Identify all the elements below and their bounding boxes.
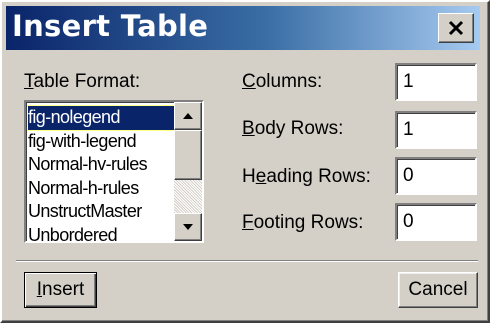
heading-rows-label: Heading Rows: — [242, 166, 371, 187]
table-format-list[interactable]: fig-nolegend fig-with-legend Normal-hv-r… — [24, 100, 204, 243]
title-bar[interactable]: Insert Table — [6, 6, 480, 50]
body-rows-label: Body Rows: — [242, 118, 344, 139]
scroll-thumb[interactable] — [174, 130, 202, 180]
scroll-down-button[interactable] — [174, 213, 202, 241]
arrow-up-icon — [183, 113, 193, 119]
scroll-up-button[interactable] — [174, 102, 202, 130]
list-item-fig-with-legend[interactable]: fig-with-legend — [28, 130, 176, 154]
close-icon — [448, 20, 464, 36]
columns-label: Columns: — [242, 71, 323, 92]
list-item-fig-nolegend[interactable]: fig-nolegend — [27, 105, 177, 131]
list-item-normal-hv-rules[interactable]: Normal-hv-rules — [28, 153, 176, 177]
cancel-button[interactable]: Cancel — [398, 272, 478, 308]
list-item-unbordered[interactable]: Unbordered — [28, 224, 176, 242]
separator — [16, 260, 478, 262]
insert-table-dialog: Insert Table Table Format: fig-nolegend … — [0, 0, 490, 323]
list-scrollbar[interactable] — [174, 102, 202, 241]
close-button[interactable] — [438, 13, 474, 43]
body-rows-field[interactable] — [395, 111, 477, 149]
table-format-label: Table Format: — [24, 71, 141, 92]
footing-rows-label: Footing Rows: — [242, 212, 364, 233]
list-item-normal-h-rules[interactable]: Normal-h-rules — [28, 177, 176, 201]
heading-rows-field[interactable] — [395, 157, 477, 195]
columns-field[interactable] — [395, 63, 477, 101]
insert-button[interactable]: Insert — [24, 272, 97, 308]
dialog-title: Insert Table — [12, 9, 209, 43]
arrow-down-icon — [183, 224, 193, 230]
table-format-items: fig-nolegend fig-with-legend Normal-hv-r… — [27, 105, 177, 242]
footing-rows-field[interactable] — [395, 203, 477, 241]
list-item-unstructmaster[interactable]: UnstructMaster — [28, 200, 176, 224]
